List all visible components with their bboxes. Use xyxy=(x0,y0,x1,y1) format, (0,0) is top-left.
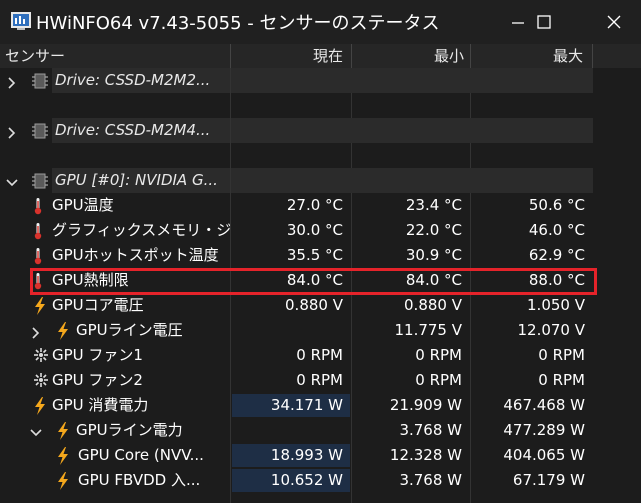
min-value: 11.775 V xyxy=(394,321,462,339)
max-value: 467.468 W xyxy=(503,396,585,414)
sensor-row[interactable]: GPUライン電圧 11.775 V 12.070 V xyxy=(0,318,593,343)
close-icon xyxy=(607,15,621,29)
chevron-right-icon[interactable] xyxy=(6,124,18,143)
highlight-box xyxy=(30,268,597,295)
max-value: 62.9 °C xyxy=(528,246,585,264)
max-value: 477.289 W xyxy=(503,421,585,439)
close-button[interactable] xyxy=(589,0,639,44)
group-values-bg xyxy=(231,168,593,193)
max-value: 46.0 °C xyxy=(528,221,585,239)
chip-icon xyxy=(32,122,48,144)
sensor-label: GPUライン電力 xyxy=(76,421,183,439)
column-header-min[interactable]: 最小 xyxy=(352,44,464,68)
lightning-icon xyxy=(33,397,47,419)
current-value: 18.993 W xyxy=(270,446,343,464)
sensor-label: GPU ファン1 xyxy=(52,346,143,364)
max-value: 0 RPM xyxy=(538,346,585,364)
sensor-row[interactable]: GPU温度 27.0 °C 23.4 °C 50.6 °C xyxy=(0,193,593,218)
sensor-group-label: Drive: CSSD-M2M4... xyxy=(55,121,211,139)
sensor-group-row[interactable]: Drive: CSSD-M2M2... xyxy=(0,68,593,93)
sensor-row[interactable]: GPUコア電圧 0.880 V 0.880 V 1.050 V xyxy=(0,293,593,318)
max-value: 0 RPM xyxy=(538,371,585,389)
min-value: 3.768 W xyxy=(399,421,462,439)
max-value: 50.6 °C xyxy=(528,196,585,214)
maximize-button[interactable] xyxy=(519,0,569,44)
chip-icon xyxy=(32,72,48,94)
sensor-row[interactable]: GPU FBVDD 入... 10.652 W 3.768 W 67.179 W xyxy=(0,468,593,493)
max-value: 12.070 V xyxy=(517,321,585,339)
current-value: 10.652 W xyxy=(270,471,343,489)
current-value: 0 RPM xyxy=(296,371,343,389)
sensor-label: GPU 消費電力 xyxy=(52,396,149,414)
sensor-label: グラフィックスメモリ・ジ... xyxy=(52,221,230,239)
sensor-label: GPU ファン2 xyxy=(52,371,143,389)
sensor-row[interactable]: GPU ファン2 0 RPM 0 RPM 0 RPM xyxy=(0,368,593,393)
max-value: 1.050 V xyxy=(527,296,585,314)
window-title: HWiNFO64 v7.43-5055 - センサーのステータス xyxy=(36,13,440,34)
column-header-current[interactable]: 現在 xyxy=(231,44,343,68)
sensor-row[interactable]: GPUライン電力 3.768 W 477.289 W xyxy=(0,418,593,443)
sensor-group-label: Drive: CSSD-M2M2... xyxy=(55,71,211,89)
group-values-bg xyxy=(231,68,593,93)
current-value: 30.0 °C xyxy=(286,221,343,239)
chevron-right-icon[interactable] xyxy=(6,74,18,93)
lightning-icon xyxy=(56,472,70,494)
current-value: 34.171 W xyxy=(270,396,343,414)
sensor-label: GPU Core (NVV... xyxy=(78,446,204,464)
lightning-icon xyxy=(33,297,47,319)
lightning-icon xyxy=(56,447,70,469)
sensor-label: GPUコア電圧 xyxy=(52,296,144,314)
min-value: 0.880 V xyxy=(404,296,462,314)
lightning-icon xyxy=(56,322,70,344)
hwinfo-app-icon xyxy=(10,11,32,31)
sensor-label: GPUホットスポット温度 xyxy=(52,246,219,264)
current-value: 0 RPM xyxy=(296,346,343,364)
min-value: 22.0 °C xyxy=(405,221,462,239)
vertical-scrollbar[interactable] xyxy=(593,68,641,503)
current-value: 27.0 °C xyxy=(286,196,343,214)
sensor-group-row[interactable]: GPU [#0]: NVIDIA G... xyxy=(0,168,593,193)
min-value: 30.9 °C xyxy=(405,246,462,264)
sensor-label: GPUライン電圧 xyxy=(76,321,183,339)
thermometer-icon xyxy=(33,247,43,269)
sensor-group-row[interactable]: Drive: CSSD-M2M4... xyxy=(0,118,593,143)
sensor-row[interactable]: グラフィックスメモリ・ジ... 30.0 °C 22.0 °C 46.0 °C xyxy=(0,218,593,243)
column-header-row: センサー 現在 最小 最大 xyxy=(0,44,641,68)
sensor-group-label: GPU [#0]: NVIDIA G... xyxy=(55,171,218,189)
min-value: 0 RPM xyxy=(415,371,462,389)
min-value: 3.768 W xyxy=(399,471,462,489)
thermometer-icon xyxy=(33,222,43,244)
sensor-row[interactable]: GPUホットスポット温度 35.5 °C 30.9 °C 62.9 °C xyxy=(0,243,593,268)
fan-icon xyxy=(33,347,49,367)
thermometer-icon xyxy=(33,197,43,219)
sensor-row[interactable]: GPU 消費電力 34.171 W 21.909 W 467.468 W xyxy=(0,393,593,418)
fan-icon xyxy=(33,372,49,392)
max-value: 404.065 W xyxy=(503,446,585,464)
current-value: 35.5 °C xyxy=(286,246,343,264)
title-bar: HWiNFO64 v7.43-5055 - センサーのステータス xyxy=(0,0,641,44)
min-value: 23.4 °C xyxy=(405,196,462,214)
min-value: 21.909 W xyxy=(389,396,462,414)
max-value: 67.179 W xyxy=(512,471,585,489)
chevron-down-icon[interactable] xyxy=(6,174,18,193)
current-value xyxy=(231,318,351,343)
group-values-bg xyxy=(231,118,593,143)
sensor-label: GPU温度 xyxy=(52,196,114,214)
chevron-right-icon[interactable] xyxy=(30,324,42,343)
sensor-row[interactable]: GPU ファン1 0 RPM 0 RPM 0 RPM xyxy=(0,343,593,368)
min-value: 0 RPM xyxy=(415,346,462,364)
column-header-max[interactable]: 最大 xyxy=(471,44,583,68)
current-value: 0.880 V xyxy=(285,296,343,314)
current-value xyxy=(231,418,351,443)
lightning-icon xyxy=(56,422,70,444)
maximize-icon xyxy=(537,15,551,29)
column-header-sensor[interactable]: センサー xyxy=(5,44,65,68)
min-value: 12.328 W xyxy=(389,446,462,464)
chip-icon xyxy=(32,172,48,194)
chevron-down-icon[interactable] xyxy=(30,424,42,443)
sensor-row[interactable]: GPU Core (NVV... 18.993 W 12.328 W 404.065 … xyxy=(0,443,593,468)
sensor-label: GPU FBVDD 入... xyxy=(78,471,201,489)
